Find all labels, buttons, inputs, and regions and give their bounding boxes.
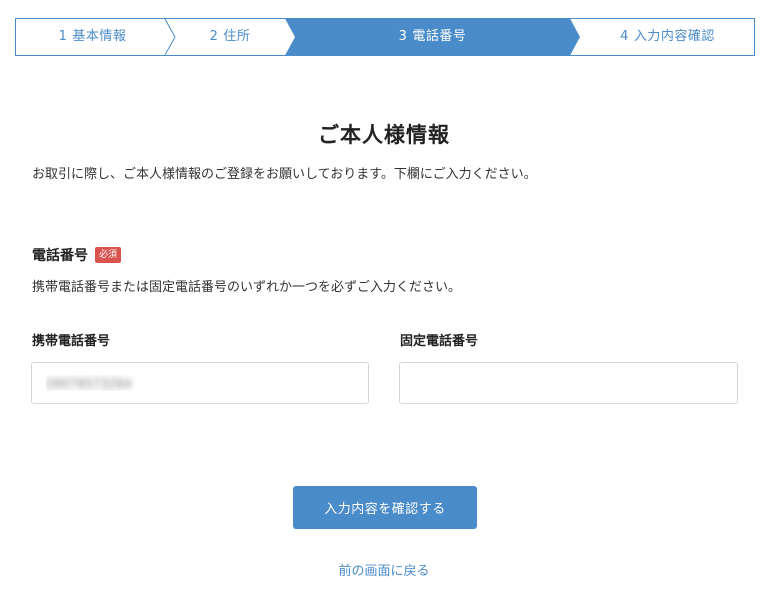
step-1: 1 基本情報 (15, 18, 170, 56)
page-title: ご本人様情報 (318, 123, 450, 147)
landline-phone-label: 固定電話番号 (400, 334, 479, 349)
step-number: 1 (58, 29, 68, 44)
confirm-input-button[interactable]: 入力内容を確認する (293, 486, 477, 529)
step-label: 入力内容確認 (633, 29, 715, 44)
mobile-phone-input[interactable] (31, 362, 369, 404)
step-number: 2 (209, 29, 219, 44)
progress-steps: 1 基本情報 2 住所 3 電話番号 4 入力内容確認 (15, 18, 755, 56)
step-label: 住所 (223, 29, 251, 44)
phone-section-label: 電話番号 (32, 248, 88, 264)
phone-section-note: 携帯電話番号または固定電話番号のいずれか一つを必ずご入力ください。 (32, 280, 462, 295)
required-badge: 必須 (95, 247, 122, 263)
step-3: 3 電話番号 (295, 18, 570, 56)
back-to-previous-link[interactable]: 前の画面に戻る (338, 564, 429, 579)
step-number: 4 (620, 29, 629, 44)
mobile-phone-label: 携帯電話番号 (32, 334, 111, 349)
step-4: 4 入力内容確認 (580, 18, 755, 56)
page-intro: お取引に際し、ご本人様情報のご登録をお願いしております。下欄にご入力ください。 (32, 167, 537, 182)
phone-section-heading: 電話番号 必須 (32, 245, 122, 265)
step-label: 電話番号 (412, 29, 467, 44)
step-label: 基本情報 (72, 29, 127, 44)
step-2: 2 住所 (175, 18, 285, 56)
step-number: 3 (398, 29, 408, 44)
back-link-container: 前の画面に戻る (0, 563, 768, 581)
landline-phone-input[interactable] (399, 362, 738, 404)
